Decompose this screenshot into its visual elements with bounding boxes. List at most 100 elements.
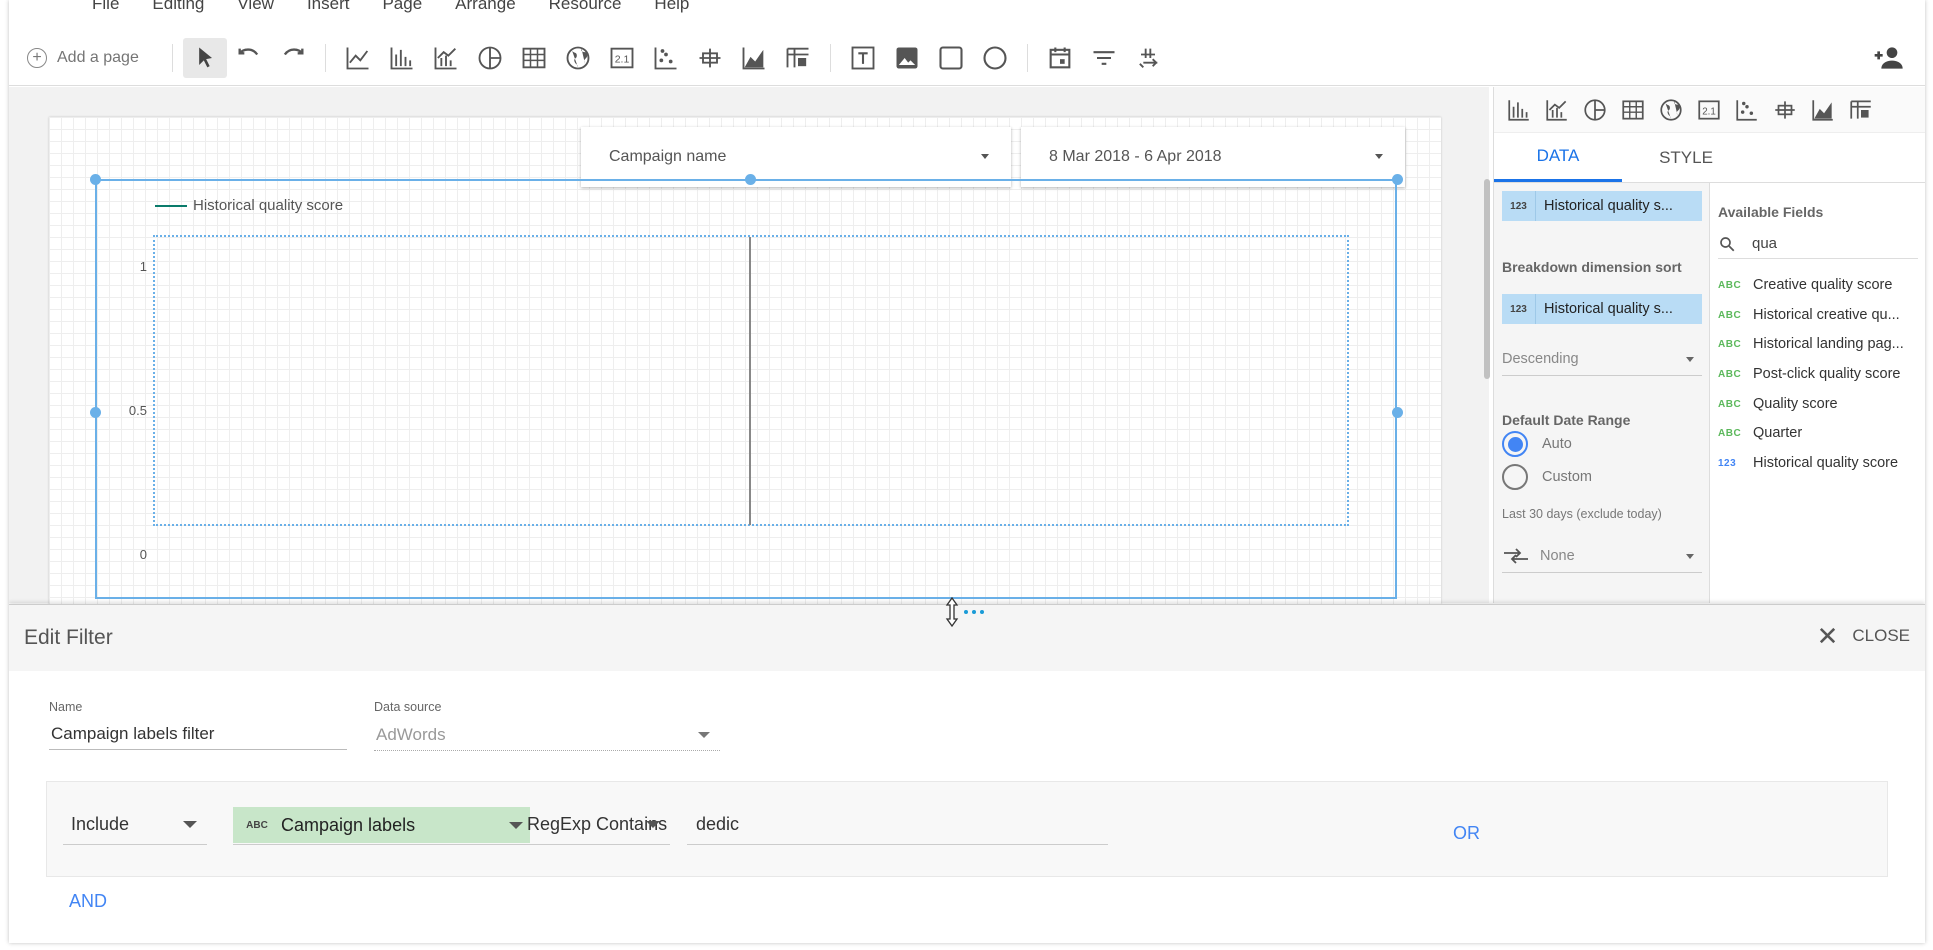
metric-chip[interactable]: 123 Historical quality s... [1502,191,1702,221]
sort-order-dropdown[interactable]: Descending [1502,342,1702,376]
close-button[interactable]: ✕ CLOSE [1817,623,1910,649]
scorecard-icon: 2.1 [610,47,634,68]
chart-type-picker: 2.1 [1494,87,1925,217]
geo-map-icon [1660,98,1682,121]
insert-pie-chart-button[interactable] [468,38,512,78]
geo-map-icon [566,46,590,69]
resize-handle[interactable] [1392,174,1403,185]
insert-filter-control-button[interactable] [1082,38,1126,78]
field-search-input[interactable]: qua [1718,229,1918,259]
chart-type-geo[interactable] [1652,91,1690,129]
filter-field-chip[interactable]: ABC Campaign labels [233,807,530,843]
menu-resource[interactable]: Resource [549,0,622,14]
pie-chart-icon [1584,98,1606,121]
resize-handle[interactable] [90,407,101,418]
chevron-down-icon [183,821,197,828]
and-button[interactable]: AND [69,891,107,912]
image-icon [896,47,918,68]
chart-type-pie[interactable] [1576,91,1614,129]
radio-custom[interactable]: Custom [1502,464,1592,490]
chart-plot-area[interactable] [153,235,1349,526]
field-item[interactable]: ABC Historical creative qu... [1718,301,1923,329]
radio-unselected-icon [1502,464,1528,490]
y-tick-label: 1 [139,259,147,274]
filter-name-field[interactable]: Campaign labels filter [49,718,347,750]
chart-type-area[interactable] [1804,91,1842,129]
menu-insert[interactable]: Insert [307,0,350,14]
campaign-name-control[interactable]: Campaign name [581,127,1011,187]
menu-page[interactable]: Page [382,0,422,14]
menu-help[interactable]: Help [654,0,689,14]
resize-cursor-icon[interactable] [944,595,992,629]
tab-data[interactable]: DATA [1494,133,1622,182]
comparison-dropdown[interactable]: None [1502,539,1702,573]
resize-handle[interactable] [1392,407,1403,418]
insert-scorecard-button[interactable]: 2.1 [600,38,644,78]
filter-value-input[interactable]: dedic [687,805,1108,845]
chart-type-pivot[interactable] [1842,91,1880,129]
insert-data-control-button[interactable] [1126,38,1170,78]
insert-pivot-table-button[interactable] [776,38,820,78]
date-range-control[interactable]: 8 Mar 2018 - 6 Apr 2018 [1021,127,1405,187]
add-page-button[interactable]: + Add a page [27,47,162,68]
tab-style[interactable]: STYLE [1622,133,1750,182]
field-name: Historical creative qu... [1753,307,1900,323]
filter-field-selector[interactable]: ABC Campaign labels [233,805,533,845]
data-control-icon [1139,48,1158,68]
insert-date-range-button[interactable] [1038,38,1082,78]
field-item[interactable]: ABC Creative quality score [1718,271,1923,299]
insert-rectangle-button[interactable] [929,38,973,78]
field-item[interactable]: 123 Historical quality score [1718,449,1923,477]
field-item[interactable]: ABC Post-click quality score [1718,360,1923,388]
toolbar-divider [1027,43,1028,72]
pointer-tool-button[interactable] [183,37,227,78]
or-button[interactable]: OR [1453,823,1480,844]
insert-bar-chart-button[interactable] [380,38,424,78]
field-item[interactable]: ABC Historical landing pag... [1718,330,1923,358]
chart-type-table[interactable] [1614,91,1652,129]
bullet-chart-icon [699,48,721,67]
insert-area-chart-button[interactable] [732,38,776,78]
chart-type-bullet[interactable] [1766,91,1804,129]
sort-field-chip[interactable]: 123 Historical quality s... [1502,294,1702,324]
circle-icon [983,45,1007,70]
operator-dropdown[interactable]: RegExp Contains [519,805,670,845]
menu-file[interactable]: File [92,0,119,14]
chart-type-bar[interactable] [1500,91,1538,129]
comparison-value: None [1540,547,1575,564]
pointer-icon [199,47,212,67]
insert-image-button[interactable] [885,38,929,78]
insert-time-series-button[interactable] [336,38,380,78]
insert-scatter-chart-button[interactable] [644,38,688,78]
field-item[interactable]: ABC Quality score [1718,390,1923,418]
menu-view[interactable]: View [237,0,274,14]
redo-button[interactable] [271,38,315,78]
toolbar-divider [325,43,326,72]
canvas-scrollbar[interactable] [1484,179,1490,379]
insert-bullet-chart-button[interactable] [688,38,732,78]
insert-text-button[interactable] [841,38,885,78]
text-type-icon: ABC [246,819,268,831]
chart-type-combo[interactable] [1538,91,1576,129]
menu-editing[interactable]: Editing [152,0,204,14]
insert-combo-chart-button[interactable] [424,38,468,78]
filter-name-value: Campaign labels filter [51,723,215,743]
field-name: Creative quality score [1753,277,1893,293]
menu-bar: File Editing View Insert Page Arrange Re… [9,0,1925,30]
include-exclude-dropdown[interactable]: Include [63,805,207,845]
chart-type-scorecard[interactable]: 2.1 [1690,91,1728,129]
field-item[interactable]: ABC Quarter [1718,419,1923,447]
insert-circle-button[interactable] [973,38,1017,78]
resize-handle[interactable] [745,174,756,185]
undo-button[interactable] [227,38,271,78]
table-icon [1622,99,1644,120]
filter-field-name: Campaign labels [281,814,416,835]
menu-arrange[interactable]: Arrange [455,0,515,14]
insert-geo-map-button[interactable] [556,38,600,78]
add-person-icon[interactable] [1871,42,1905,74]
chart-type-scatter[interactable] [1728,91,1766,129]
resize-handle[interactable] [90,174,101,185]
insert-table-button[interactable] [512,38,556,78]
radio-auto[interactable]: Auto [1502,431,1572,457]
data-source-dropdown[interactable]: AdWords [374,719,720,751]
